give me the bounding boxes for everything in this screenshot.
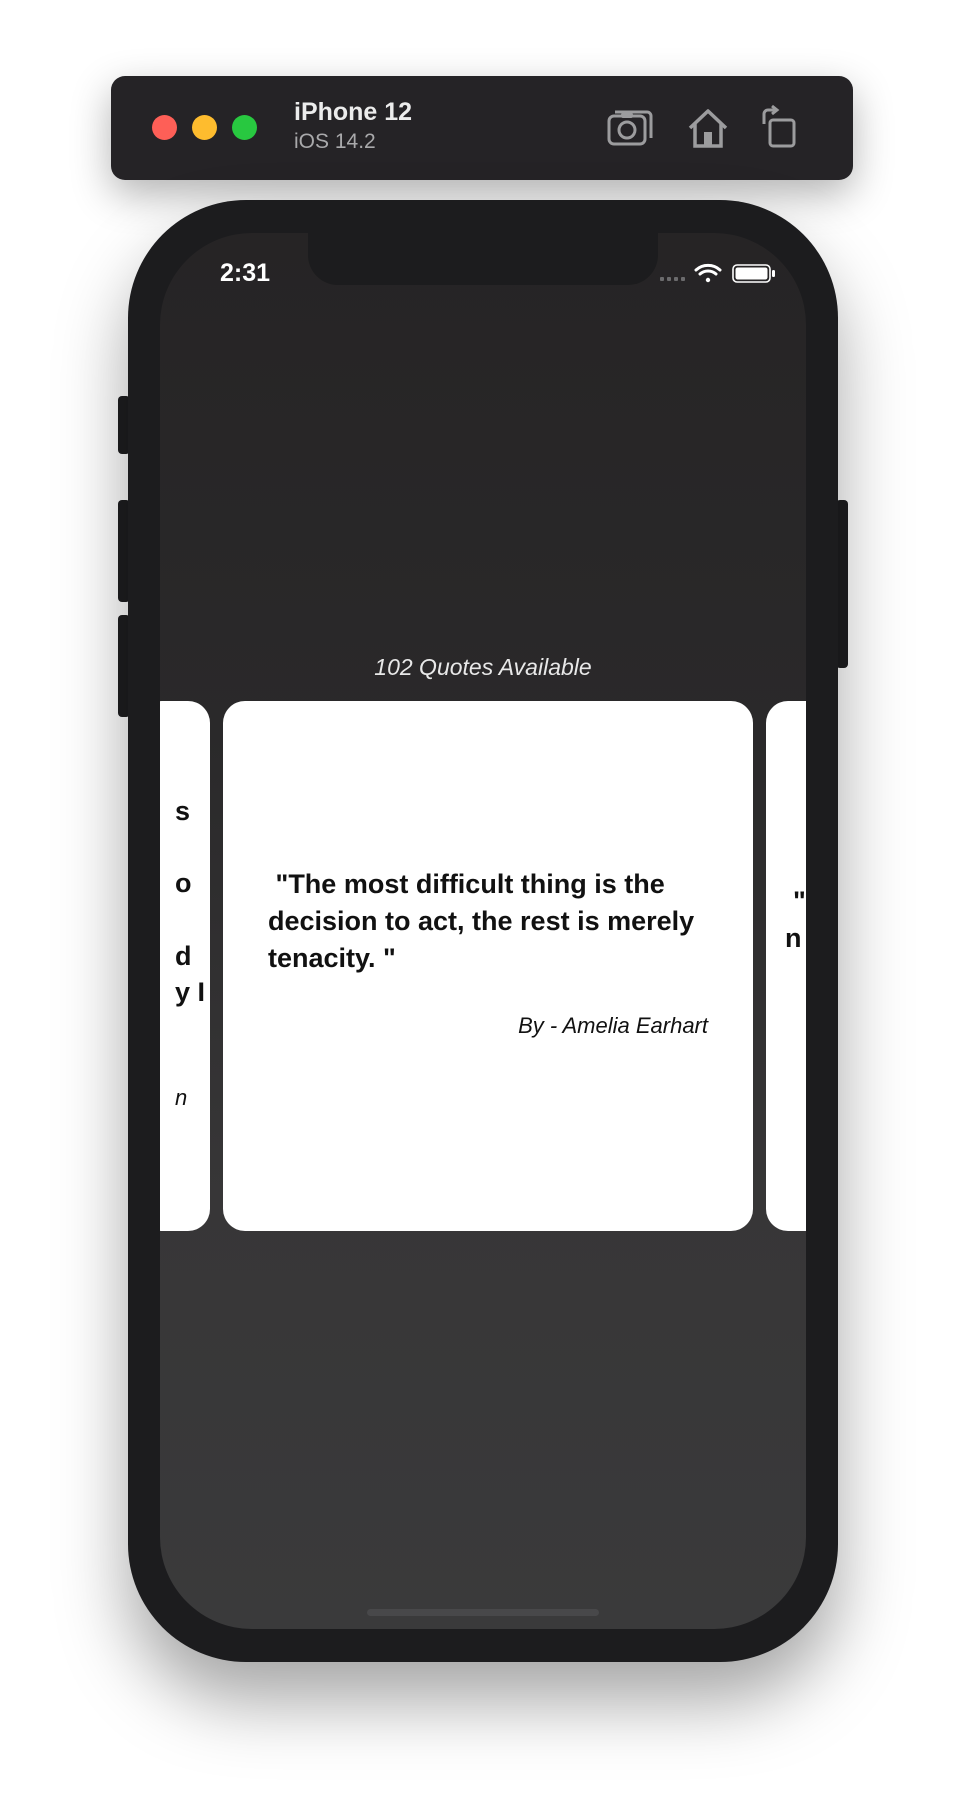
wifi-icon [694, 263, 722, 283]
device-name: iPhone 12 [294, 98, 413, 126]
os-version: iOS 14.2 [294, 130, 376, 153]
quote-author: By - Amelia Earhart [518, 1013, 708, 1038]
previous-quote-card[interactable]: s o d y I n [160, 701, 210, 1231]
next-quote-card[interactable]: " n [766, 701, 806, 1231]
close-window-button[interactable] [152, 115, 177, 140]
status-time: 2:31 [220, 259, 271, 287]
next-card-fragment: n [785, 923, 802, 953]
previous-card-fragment: d [175, 941, 192, 971]
previous-card-fragment: y I [175, 977, 206, 1007]
rotate-icon [756, 104, 804, 152]
notch [308, 233, 658, 285]
cellular-icon [660, 277, 685, 281]
home-icon [684, 104, 732, 152]
zoom-window-button[interactable] [232, 115, 257, 140]
screenshot-button[interactable] [606, 104, 654, 152]
home-indicator[interactable] [367, 1609, 599, 1616]
home-button[interactable] [684, 104, 732, 152]
minimize-window-button[interactable] [192, 115, 217, 140]
phone-screen: 2:31 102 Quotes Available s o d y I n "T… [160, 233, 806, 1629]
previous-card-fragment: n [175, 1085, 188, 1110]
current-quote-card[interactable]: "The most difficult thing is the decisio… [223, 701, 753, 1231]
previous-card-fragment: o [175, 868, 192, 898]
quotes-count-label: 102 Quotes Available [374, 654, 592, 680]
rotate-button[interactable] [756, 104, 804, 152]
simulator-title-bar: iPhone 12 iOS 14.2 [111, 76, 853, 180]
status-icons [660, 261, 790, 285]
previous-card-fragment: s [175, 796, 191, 826]
next-card-fragment: " [793, 886, 806, 916]
quote-text: "The most difficult thing is the decisio… [268, 869, 702, 973]
camera-icon [606, 104, 654, 152]
battery-icon [732, 264, 775, 283]
simulator-stage: iPhone 12 iOS 14.2 2:31 102 Quotes Avail… [0, 0, 966, 1812]
